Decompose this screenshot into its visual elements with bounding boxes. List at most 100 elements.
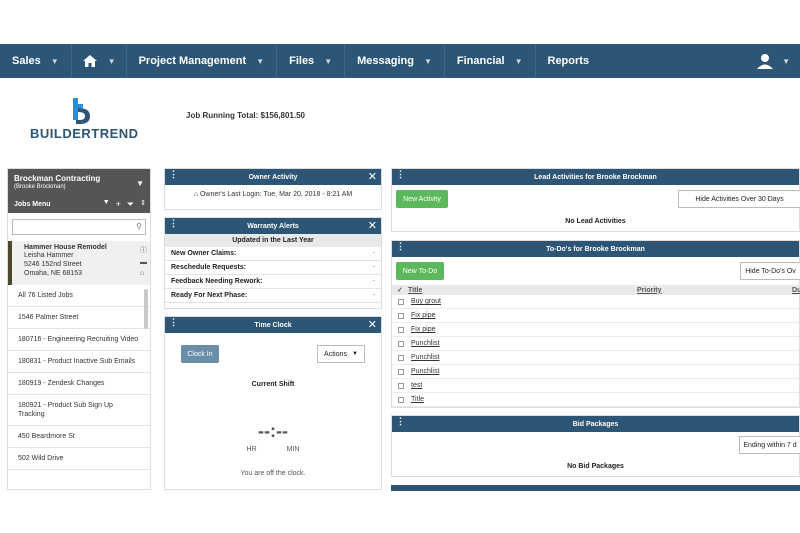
todo-title-link[interactable]: Punchlist	[411, 368, 439, 375]
new-activity-button[interactable]: New Activity	[396, 190, 448, 208]
drag-handle-icon[interactable]: ⋮	[169, 170, 178, 179]
sidebar-tools: ▼ + ⏷ ⇕	[103, 199, 146, 210]
table-row[interactable]: Punchlist	[392, 365, 799, 379]
current-job-icons: ⓘ ▬ ⌂	[140, 245, 147, 277]
nav-financial-label: Financial	[456, 55, 505, 67]
chevron-down-icon: ▼	[50, 56, 59, 66]
user-menu[interactable]: ▼	[746, 44, 800, 78]
nav-reports[interactable]: Reports	[536, 44, 602, 78]
drag-handle-icon[interactable]: ⋮	[169, 219, 178, 228]
close-icon[interactable]: ✕	[368, 170, 377, 183]
bid-packages-header: ⋮ Bid Packages	[392, 416, 799, 432]
todo-title-link[interactable]: Title	[411, 396, 424, 403]
todo-checkbox[interactable]	[398, 312, 404, 319]
sidebar-scrollbar[interactable]	[144, 289, 148, 329]
next-widget-partial	[391, 485, 800, 491]
col-due[interactable]: Du	[792, 287, 800, 294]
warranty-row[interactable]: New Owner Claims: -	[165, 247, 381, 261]
todo-checkbox[interactable]	[398, 396, 404, 403]
todo-table-header: ✓ Title Priority Du	[392, 285, 800, 295]
todo-checkbox[interactable]	[398, 298, 404, 305]
table-row[interactable]: Fix pipe	[392, 323, 799, 337]
ending-within-dropdown[interactable]: Ending within 7 d	[739, 436, 800, 454]
chevron-down-icon: ▼	[352, 351, 358, 357]
warranty-row-value: -	[372, 264, 375, 271]
hr-min-labels: HR MIN	[165, 446, 381, 453]
chevron-down-icon[interactable]: ▼	[103, 199, 110, 210]
new-todo-button[interactable]: New To-Do	[396, 262, 444, 280]
todo-title-link[interactable]: Buy grout	[411, 298, 441, 305]
list-item[interactable]: 180921 - Product Sub Sign Up Tracking	[8, 395, 150, 426]
todo-title-link[interactable]: Punchlist	[411, 340, 439, 347]
nav-financial[interactable]: Financial ▼	[445, 44, 536, 78]
search-icon: ⚲	[136, 222, 142, 231]
todo-checkbox[interactable]	[398, 326, 404, 333]
todo-checkbox[interactable]	[398, 368, 404, 375]
todo-title-link[interactable]: Punchlist	[411, 354, 439, 361]
current-shift-label: Current Shift	[251, 381, 295, 388]
sort-icon[interactable]: ⇕	[140, 199, 146, 210]
drag-handle-icon[interactable]: ⋮	[396, 417, 405, 426]
hide-activities-dropdown[interactable]: Hide Activities Over 30 Days	[678, 190, 800, 208]
close-icon[interactable]: ✕	[368, 219, 377, 232]
home-small-icon[interactable]: ⌂	[140, 270, 147, 277]
time-clock-header: ⋮ Time Clock ✕	[165, 317, 381, 333]
check-icon[interactable]: ✓	[397, 286, 403, 294]
add-icon[interactable]: +	[116, 199, 121, 210]
logo-text: BUILDERTREND	[30, 126, 139, 141]
list-item[interactable]: All 76 Listed Jobs	[8, 285, 150, 307]
todo-checkbox[interactable]	[398, 354, 404, 361]
list-item[interactable]: 450 Beardmore St	[8, 426, 150, 448]
table-row[interactable]: Title	[392, 393, 799, 407]
todos-title: To-Do's for Brooke Brockman	[546, 245, 645, 253]
job-list: All 76 Listed Jobs 1546 Palmer Street 18…	[8, 285, 150, 470]
drag-handle-icon[interactable]: ⋮	[396, 242, 405, 251]
nav-project-management[interactable]: Project Management ▼	[127, 44, 278, 78]
list-item[interactable]: 180919 - Zendesk Changes	[8, 373, 150, 395]
drag-handle-icon[interactable]: ⋮	[396, 170, 405, 179]
home-small-icon: ⌂	[193, 191, 198, 198]
actions-dropdown[interactable]: Actions ▼	[317, 345, 365, 363]
todo-title-link[interactable]: Fix pipe	[411, 326, 436, 333]
col-title[interactable]: Title	[408, 287, 422, 294]
table-row[interactable]: test	[392, 379, 799, 393]
list-item[interactable]: 180716 - Engineering Recruiting Video	[8, 329, 150, 351]
clock-in-button[interactable]: Clock In	[181, 345, 219, 363]
close-icon[interactable]: ✕	[368, 318, 377, 331]
warranty-row[interactable]: Ready For Next Phase: -	[165, 289, 381, 303]
list-item[interactable]: 1546 Palmer Street	[8, 307, 150, 329]
todo-checkbox[interactable]	[398, 340, 404, 347]
nav-sales[interactable]: Sales ▼	[0, 44, 72, 78]
table-row[interactable]: Buy grout	[392, 295, 799, 309]
filter-icon[interactable]: ⏷	[127, 199, 134, 210]
job-search-input[interactable]: ⚲	[12, 219, 146, 235]
todo-table: ✓ Title Priority Du Buy grout Fix pipe F…	[392, 285, 800, 407]
warranty-row-label: Ready For Next Phase:	[171, 292, 248, 299]
warranty-row[interactable]: Feedback Needing Rework: -	[165, 275, 381, 289]
list-item[interactable]: 502 Wild Drive	[8, 448, 150, 470]
chevron-down-icon: ▼	[782, 56, 790, 66]
drag-handle-icon[interactable]: ⋮	[169, 318, 178, 327]
bid-packages-title: Bid Packages	[572, 420, 619, 428]
table-row[interactable]: Punchlist	[392, 351, 799, 365]
hide-todos-dropdown[interactable]: Hide To-Do's Ov	[740, 262, 800, 280]
todo-checkbox[interactable]	[398, 382, 404, 389]
message-icon[interactable]: ▬	[140, 259, 147, 266]
chevron-down-icon[interactable]: ▼	[136, 179, 144, 188]
list-item[interactable]: 180831 - Product Inactive Sub Emails	[8, 351, 150, 373]
todo-title-link[interactable]: test	[411, 382, 422, 389]
warranty-row[interactable]: Reschedule Requests: -	[165, 261, 381, 275]
todo-title-link[interactable]: Fix pipe	[411, 312, 436, 319]
current-job[interactable]: Hammer House Remodel Leisha Hammer 5246 …	[8, 241, 150, 285]
info-icon[interactable]: ⓘ	[140, 245, 147, 255]
nav-files[interactable]: Files ▼	[277, 44, 346, 78]
table-row[interactable]: Fix pipe	[392, 309, 799, 323]
todos-widget: ⋮ To-Do's for Brooke Brockman New To-Do …	[391, 240, 800, 408]
table-row[interactable]: Punchlist	[392, 337, 799, 351]
home-icon	[82, 55, 97, 67]
col-priority[interactable]: Priority	[637, 287, 662, 294]
company-name: Brockman Contracting	[14, 174, 101, 183]
nav-home[interactable]: ▼	[72, 44, 127, 78]
current-job-owner: Leisha Hammer	[24, 252, 74, 259]
nav-messaging[interactable]: Messaging ▼	[345, 44, 445, 78]
